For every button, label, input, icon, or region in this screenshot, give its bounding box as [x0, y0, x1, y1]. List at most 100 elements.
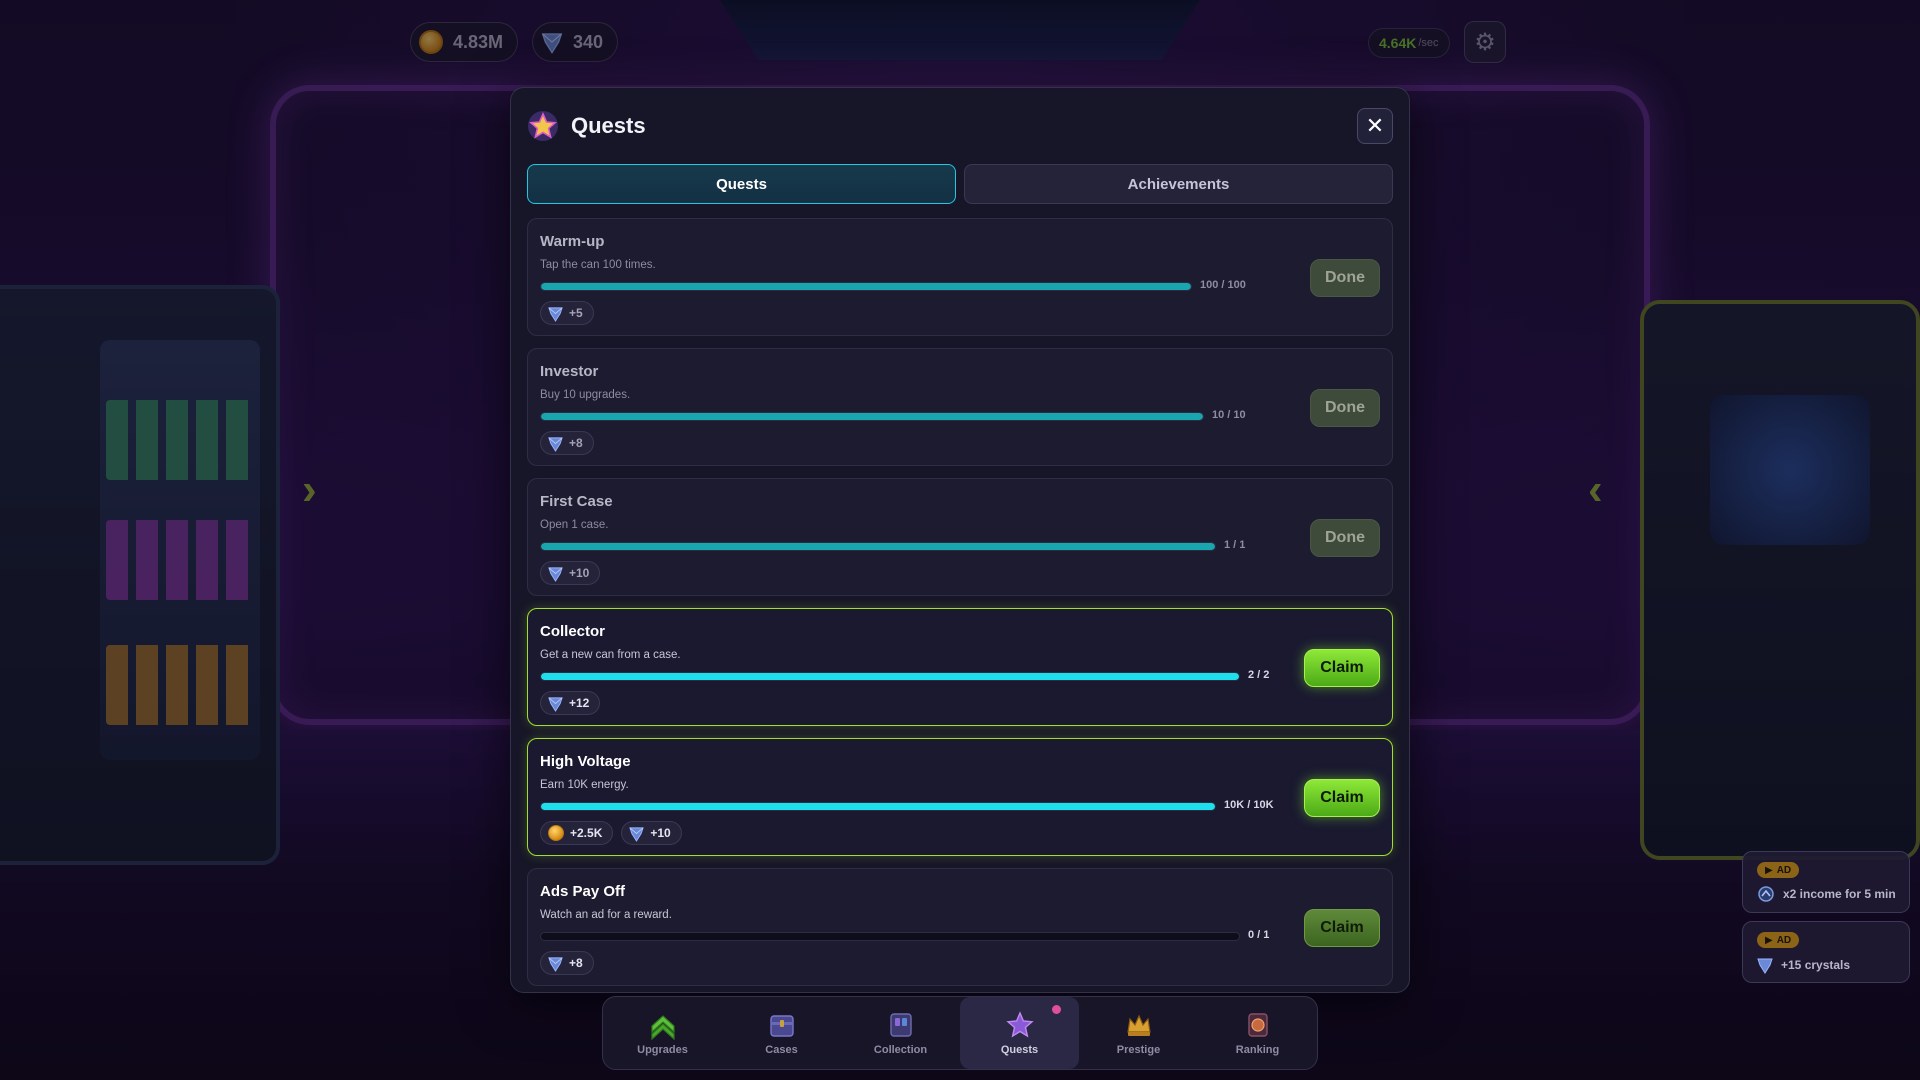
- done-button[interactable]: Done: [1310, 389, 1380, 427]
- nav-label: Collection: [873, 1044, 928, 1056]
- quest-title: Ads Pay Off: [540, 883, 626, 900]
- quest-rewards: +8: [540, 431, 594, 455]
- upgrades-chevron-icon: [650, 1015, 675, 1040]
- nav-label: Quests: [1000, 1044, 1039, 1056]
- quest-rewards: +12: [540, 691, 601, 715]
- tab-quests[interactable]: Quests: [527, 164, 956, 204]
- quest-card: Warm-up Tap the can 100 times. 100 / 100 +5…: [527, 218, 1393, 336]
- play-icon: ▶: [1765, 934, 1773, 946]
- quest-card: Investor Buy 10 upgrades. 10 / 10 +8 Done: [527, 348, 1393, 466]
- crystal-icon: [548, 566, 563, 582]
- quest-progress-count: 10K / 10K: [1224, 799, 1274, 811]
- tab-achievements[interactable]: Achievements: [964, 164, 1393, 204]
- cases-icon: [769, 1015, 794, 1037]
- play-icon: ▶: [1765, 864, 1773, 876]
- quest-progress-fill: [541, 543, 1215, 550]
- done-button[interactable]: Done: [1310, 519, 1380, 557]
- quest-title: Collector: [540, 623, 606, 640]
- quest-card: Collector Get a new can from a case. 2 / 2…: [527, 608, 1393, 726]
- reward-chip: +8: [540, 951, 594, 975]
- nav-label: Prestige: [1116, 1044, 1161, 1056]
- ad-offer-text: x2 income for 5 min: [1783, 887, 1896, 901]
- reward-chip: +8: [540, 431, 594, 455]
- tab-bar: Quests Achievements: [527, 164, 1393, 204]
- collection-icon: [889, 1013, 912, 1037]
- quest-rewards: +2.5K +10: [540, 821, 682, 845]
- ranking-medal-icon: [1247, 1013, 1268, 1037]
- quest-title: High Voltage: [540, 753, 631, 770]
- bottom-navigation: Upgrades Cases Collection Quests Prestig…: [602, 996, 1318, 1070]
- ad-offer-crystals[interactable]: ▶ AD +15 crystals: [1742, 921, 1910, 983]
- quest-progress-fill: [541, 803, 1215, 810]
- quest-progress-count: 2 / 2: [1248, 669, 1270, 681]
- nav-upgrades[interactable]: Upgrades: [603, 997, 722, 1069]
- nav-label: Upgrades: [637, 1044, 688, 1056]
- crystal-icon: [629, 826, 645, 842]
- quest-progress-fill: [541, 283, 1191, 290]
- ad-offer-text: +15 crystals: [1781, 958, 1851, 972]
- boost-icon: [1758, 886, 1774, 902]
- quests-modal: Quests ✕ Quests Achievements Warm-up Tap …: [510, 87, 1410, 993]
- claim-button[interactable]: Claim: [1304, 649, 1380, 687]
- modal-header: Quests ✕: [527, 104, 1393, 148]
- quest-rewards: +8: [540, 951, 594, 975]
- quest-progress-bar: [540, 542, 1216, 551]
- crystal-icon: [548, 306, 563, 322]
- reward-chip: +10: [540, 561, 601, 585]
- nav-quests[interactable]: Quests: [960, 997, 1079, 1069]
- quest-title: Investor: [540, 363, 599, 380]
- nav-label: Cases: [765, 1044, 798, 1056]
- quest-progress-count: 1 / 1: [1224, 539, 1246, 551]
- crystal-icon: [548, 956, 563, 972]
- quest-card: First Case Open 1 case. 1 / 1 +10 Done: [527, 478, 1393, 596]
- quest-progress-bar: [540, 412, 1204, 421]
- quest-description: Open 1 case.: [540, 519, 609, 531]
- quest-rewards: +10: [540, 561, 601, 585]
- quest-progress-count: 100 / 100: [1200, 279, 1246, 291]
- reward-chip: +10: [621, 821, 682, 845]
- close-icon: ✕: [1365, 113, 1385, 138]
- reward-chip: +12: [540, 691, 601, 715]
- quest-progress-count: 0 / 1: [1248, 929, 1270, 941]
- nav-prestige[interactable]: Prestige: [1079, 997, 1198, 1069]
- quest-progress-count: 10 / 10: [1212, 409, 1246, 421]
- quest-description: Tap the can 100 times.: [540, 259, 656, 271]
- crystal-icon: [548, 696, 563, 712]
- crystal-icon: [548, 436, 563, 452]
- prestige-crown-icon: [1126, 1014, 1151, 1036]
- ad-badge: ▶ AD: [1757, 932, 1800, 948]
- quest-progress-bar: [540, 672, 1240, 681]
- crystal-icon: [1757, 958, 1773, 974]
- page-title: Quests: [571, 113, 646, 138]
- reward-chip: +5: [540, 301, 594, 325]
- quest-progress-bar: [540, 932, 1240, 941]
- nav-cases[interactable]: Cases: [722, 997, 841, 1069]
- quest-progress-fill: [541, 673, 1239, 680]
- quest-description: Get a new can from a case.: [540, 649, 681, 661]
- ad-badge: ▶ AD: [1757, 862, 1800, 878]
- quest-card: Ads Pay Off Watch an ad for a reward. 0 / …: [527, 868, 1393, 986]
- nav-collection[interactable]: Collection: [841, 997, 960, 1069]
- star-icon: [528, 111, 558, 141]
- claim-button[interactable]: Claim: [1304, 779, 1380, 817]
- claim-button[interactable]: Claim: [1304, 909, 1380, 947]
- coin-icon: [548, 825, 564, 841]
- quest-description: Buy 10 upgrades.: [540, 389, 631, 401]
- quests-star-icon: [1005, 1011, 1034, 1038]
- quest-list: Warm-up Tap the can 100 times. 100 / 100 +5…: [527, 218, 1393, 998]
- quest-rewards: +5: [540, 301, 594, 325]
- reward-chip: +2.5K: [540, 821, 614, 845]
- quest-description: Watch an ad for a reward.: [540, 909, 672, 921]
- notification-dot: [1052, 1005, 1061, 1014]
- quest-progress-bar: [540, 802, 1216, 811]
- quest-title: First Case: [540, 493, 613, 510]
- quest-card: High Voltage Earn 10K energy. 10K / 10K +2.…: [527, 738, 1393, 856]
- ad-offer-income-boost[interactable]: ▶ AD x2 income for 5 min: [1742, 851, 1910, 913]
- close-button[interactable]: ✕: [1357, 108, 1393, 144]
- quest-title: Warm-up: [540, 233, 605, 250]
- quest-progress-fill: [541, 413, 1203, 420]
- done-button[interactable]: Done: [1310, 259, 1380, 297]
- quest-progress-bar: [540, 282, 1192, 291]
- quest-description: Earn 10K energy.: [540, 779, 629, 791]
- nav-ranking[interactable]: Ranking: [1198, 997, 1317, 1069]
